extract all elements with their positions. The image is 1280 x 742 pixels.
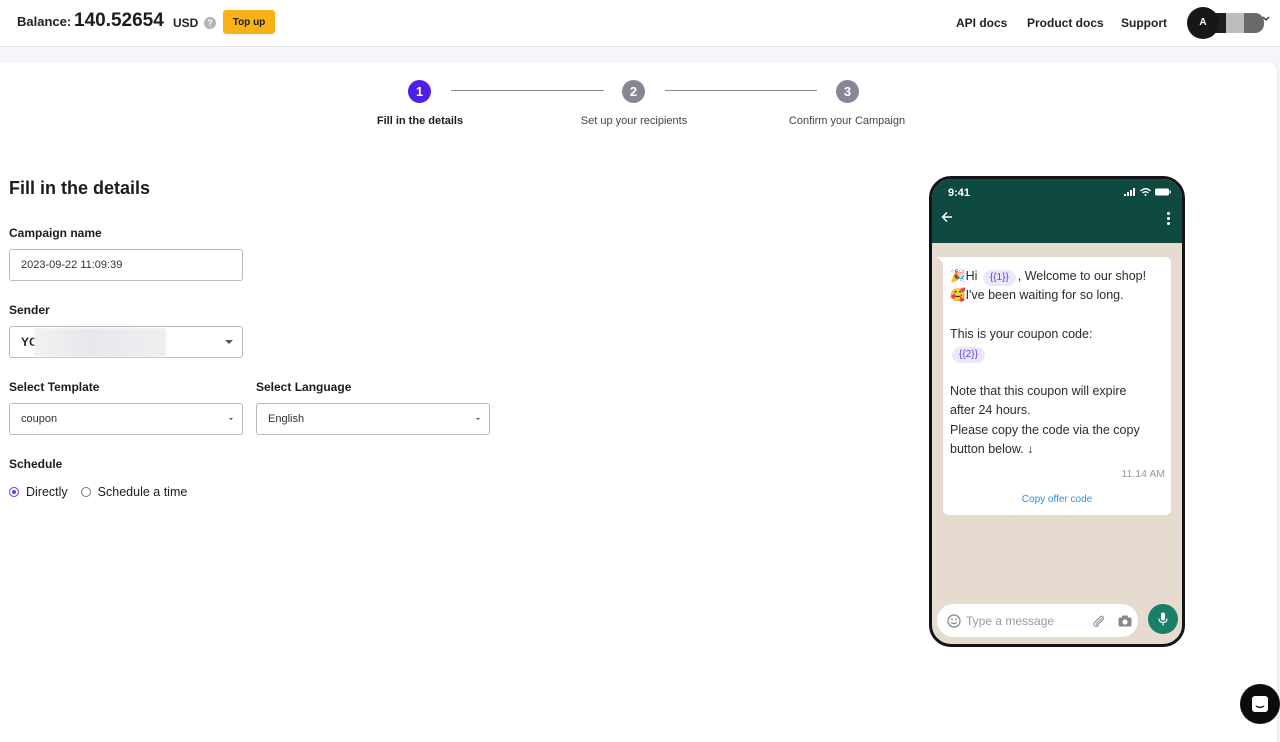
step-connector <box>665 90 817 91</box>
chevron-down-icon[interactable] <box>1262 14 1270 25</box>
sender-redacted <box>34 328 166 357</box>
balance-value: 140.52654 <box>74 10 164 31</box>
step-3-label: Confirm your Campaign <box>788 115 906 127</box>
radio-schedule-time[interactable] <box>80 487 91 497</box>
dropdown-arrow-icon <box>476 418 480 420</box>
language-select[interactable]: English <box>256 403 490 435</box>
sender-select[interactable]: YC <box>9 326 243 358</box>
message-line-4: Note that this coupon will expire <box>950 384 1127 399</box>
language-value: English <box>268 413 305 425</box>
emoji-icon <box>947 613 961 628</box>
schedule-radio-group: Directly Schedule a time <box>9 485 187 499</box>
mic-icon <box>1158 612 1168 626</box>
message-line-6: Please copy the code via the copy <box>950 422 1140 437</box>
radio-directly-label[interactable]: Directly <box>26 485 68 499</box>
template-label: Select Template <box>9 380 100 394</box>
step-2-label: Set up your recipients <box>580 115 688 127</box>
signal-icon <box>1124 188 1135 196</box>
step-connector <box>451 90 604 91</box>
whatsapp-preview-phone: 9:41 🎉Hi {{1}}, Welcome to our shop! 🥰I'… <box>929 176 1185 647</box>
top-up-button[interactable]: Top up <box>223 10 275 34</box>
nav-support[interactable]: Support <box>1121 16 1167 30</box>
message-line-7: button below. ↓ <box>950 442 1034 457</box>
balance-currency: USD <box>173 16 199 30</box>
dropdown-arrow-icon <box>229 418 233 420</box>
campaign-name-label: Campaign name <box>9 226 102 240</box>
chat-icon <box>1252 696 1268 712</box>
chat-header: 9:41 <box>932 179 1182 243</box>
top-header: Balance: 140.52654 USD ? Top up API docs… <box>0 0 1280 47</box>
copy-offer-code-button[interactable]: Copy offer code <box>943 490 1171 509</box>
help-icon[interactable]: ? <box>204 17 216 29</box>
message-bubble: 🎉Hi {{1}}, Welcome to our shop! 🥰I've be… <box>937 257 1171 515</box>
step-1-label: Fill in the details <box>376 115 464 127</box>
step-3-circle: 3 <box>836 80 859 103</box>
template-select[interactable]: coupon <box>9 403 243 435</box>
step-1-circle: 1 <box>408 80 431 103</box>
message-placeholder: Type a message <box>966 613 1055 628</box>
more-options-icon[interactable] <box>1167 212 1170 225</box>
attach-icon <box>1093 615 1105 628</box>
step-2-circle: 2 <box>622 80 645 103</box>
page-title: Fill in the details <box>9 178 151 198</box>
sender-label: Sender <box>9 303 50 317</box>
message-line-1: 🎉Hi {{1}}, Welcome to our shop! <box>950 267 1164 286</box>
account-name-redacted[interactable] <box>1212 13 1264 33</box>
back-arrow-icon[interactable] <box>941 210 953 227</box>
wifi-icon <box>1140 188 1151 196</box>
schedule-label: Schedule <box>9 457 63 471</box>
support-chat-button[interactable] <box>1240 684 1280 724</box>
message-line-3: This is your coupon code: <box>950 326 1093 341</box>
language-label: Select Language <box>256 380 352 394</box>
battery-icon <box>1155 188 1171 196</box>
template-value: coupon <box>21 413 58 425</box>
radio-directly[interactable] <box>9 487 19 497</box>
nav-product-docs[interactable]: Product docs <box>1027 16 1104 30</box>
status-time: 9:41 <box>948 187 971 199</box>
message-timestamp: 11.14 AM <box>1121 468 1165 480</box>
avatar[interactable]: A <box>1187 7 1219 39</box>
message-line-2: 🥰I've been waiting for so long. <box>950 288 1124 303</box>
balance-label: Balance: <box>17 14 72 29</box>
campaign-name-input[interactable]: 2023-09-22 11:09:39 <box>9 249 243 281</box>
dropdown-arrow-icon <box>225 340 233 344</box>
variable-chip-2: {{2}} <box>952 346 985 363</box>
status-icons <box>1124 188 1171 196</box>
mic-button[interactable] <box>1148 604 1178 634</box>
message-line-5: after 24 hours. <box>950 403 1031 418</box>
camera-icon <box>1118 615 1132 627</box>
nav-api-docs[interactable]: API docs <box>956 16 1007 30</box>
radio-schedule-time-label[interactable]: Schedule a time <box>98 485 188 499</box>
message-input[interactable]: Type a message <box>937 604 1138 637</box>
variable-chip-1: {{1}} <box>982 270 1016 286</box>
